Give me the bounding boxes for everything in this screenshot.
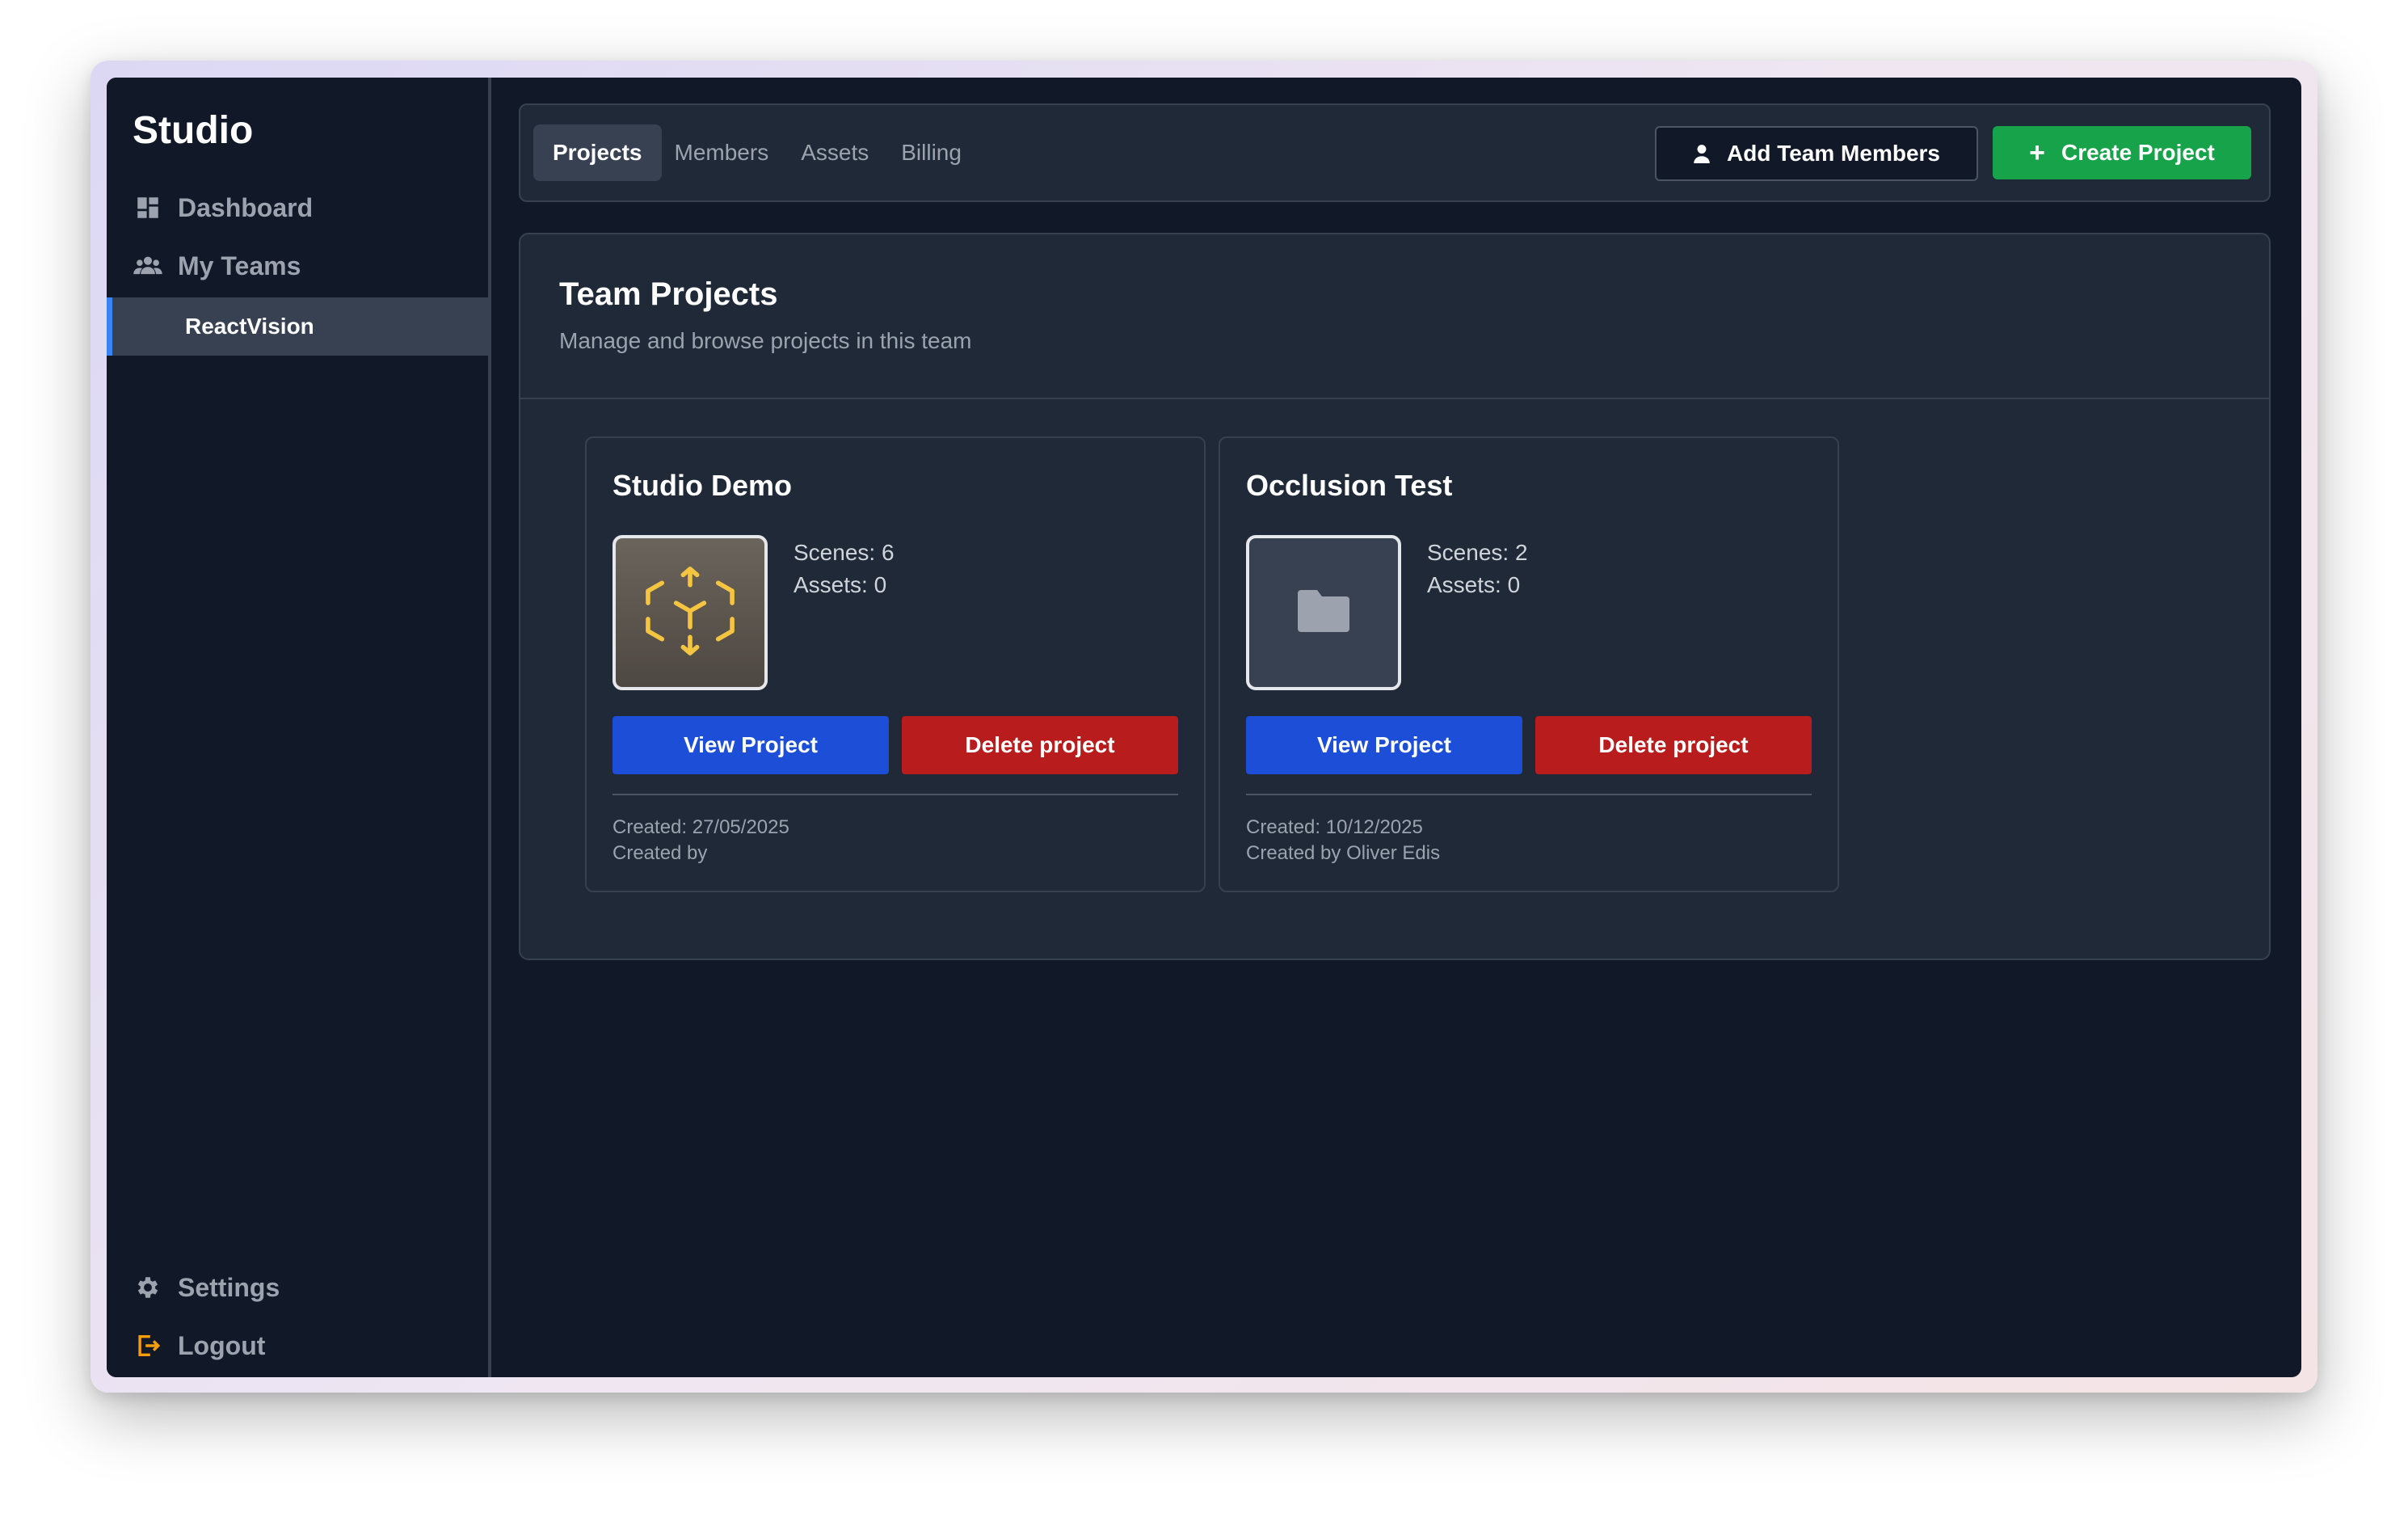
main-content: Projects Members Assets Billing Add Team… [491,78,2301,1377]
dashboard-icon [133,192,163,223]
project-thumbnail[interactable] [613,535,768,690]
project-stats: Scenes: 2 Assets: 0 [1427,537,1528,601]
create-project-label: Create Project [2061,140,2215,165]
project-card: Occlusion Test Scenes: 2 Assets: 0 View … [1219,436,1839,892]
create-project-button[interactable]: + Create Project [1993,126,2251,179]
project-meta: Created: 27/05/2025 Created by [613,815,789,866]
sidebar-item-label: My Teams [178,251,301,280]
card-divider [1246,794,1812,795]
project-name: Studio Demo [613,469,792,502]
gear-icon [133,1272,163,1303]
delete-project-button[interactable]: Delete project [902,716,1178,774]
sidebar-item-dashboard[interactable]: Dashboard [133,192,313,223]
page-subtitle: Manage and browse projects in this team [559,328,972,353]
created-date: Created: 27/05/2025 [613,816,789,838]
page-title: Team Projects [559,276,778,312]
sidebar-item-label: Settings [178,1272,280,1302]
team-label: ReactVision [185,314,314,339]
project-name: Occlusion Test [1246,469,1453,502]
assets-count: Assets: 0 [1427,572,1521,597]
delete-project-button[interactable]: Delete project [1535,716,1812,774]
assets-count: Assets: 0 [794,572,887,597]
sidebar-team-reactvision[interactable]: ReactVision [107,297,488,356]
tab-members[interactable]: Members [655,124,789,181]
tab-billing[interactable]: Billing [882,124,981,181]
project-meta: Created: 10/12/2025 Created by Oliver Ed… [1246,815,1440,866]
view-project-button[interactable]: View Project [1246,716,1522,774]
panel-header: Team Projects Manage and browse projects… [520,234,2269,399]
sidebar-item-logout[interactable]: Logout [133,1330,265,1361]
sidebar-item-label: Logout [178,1330,266,1360]
folder-icon [1295,587,1353,639]
scenes-count: Scenes: 2 [1427,540,1528,565]
app-window: Studio Dashboard My Teams ReactVision Se… [107,78,2301,1377]
tab-bar: Projects Members Assets Billing [533,124,981,181]
project-thumbnail[interactable] [1246,535,1401,690]
created-by: Created by [613,842,708,864]
sidebar-item-label: Dashboard [178,192,314,222]
created-by: Created by Oliver Edis [1246,842,1441,864]
sidebar-item-settings[interactable]: Settings [133,1272,280,1303]
tab-projects[interactable]: Projects [533,124,662,181]
brand-title: Studio [133,109,254,152]
add-team-members-button[interactable]: Add Team Members [1655,126,1978,181]
plus-icon: + [2029,137,2045,168]
ar-cube-icon [640,561,740,665]
view-project-button[interactable]: View Project [613,716,889,774]
users-icon [133,251,163,281]
sidebar-item-my-teams[interactable]: My Teams [133,251,301,281]
team-projects-panel: Team Projects Manage and browse projects… [519,233,2271,960]
scenes-count: Scenes: 6 [794,540,895,565]
created-date: Created: 10/12/2025 [1246,816,1423,838]
user-icon [1693,144,1711,163]
sidebar: Studio Dashboard My Teams ReactVision Se… [107,78,491,1377]
add-team-members-label: Add Team Members [1727,141,1940,166]
logout-icon [133,1330,163,1361]
project-stats: Scenes: 6 Assets: 0 [794,537,895,601]
top-toolbar: Projects Members Assets Billing Add Team… [519,103,2271,202]
project-card: Studio Demo Scenes: 6 Assets: 0 View Pro… [585,436,1206,892]
card-divider [613,794,1178,795]
tab-assets[interactable]: Assets [781,124,888,181]
